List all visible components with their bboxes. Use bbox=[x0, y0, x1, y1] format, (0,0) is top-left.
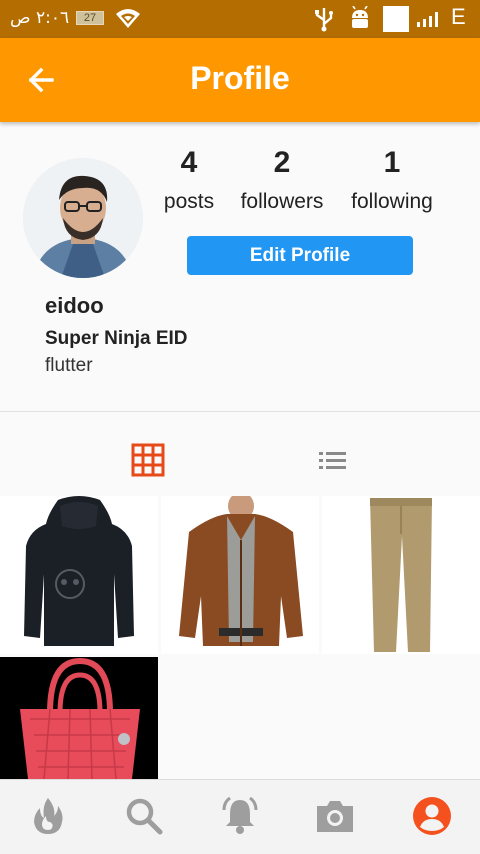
list-icon bbox=[319, 452, 346, 469]
divider bbox=[0, 411, 480, 412]
following-label: following bbox=[351, 190, 433, 213]
username: eidoo bbox=[45, 293, 104, 318]
followers-stat[interactable]: 2 followers bbox=[234, 146, 330, 216]
leather-jacket-image bbox=[161, 496, 319, 654]
nav-fire[interactable] bbox=[26, 794, 70, 838]
fire-icon bbox=[34, 798, 63, 834]
post-tile-black-hoodie[interactable] bbox=[0, 496, 158, 654]
page-title: Profile bbox=[190, 60, 290, 96]
list-view-button[interactable] bbox=[312, 440, 352, 480]
following-stat[interactable]: 1 following bbox=[344, 146, 440, 216]
khaki-pants-image bbox=[322, 496, 480, 654]
nav-camera[interactable] bbox=[313, 794, 357, 838]
grid-icon bbox=[131, 443, 165, 477]
nav-account[interactable] bbox=[410, 794, 454, 838]
network-type: E bbox=[451, 4, 466, 29]
posts-label: posts bbox=[163, 190, 215, 213]
sim-icon bbox=[383, 6, 409, 32]
nav-search[interactable] bbox=[122, 794, 166, 838]
followers-label: followers bbox=[240, 190, 324, 213]
post-tile-khaki-pants[interactable] bbox=[322, 496, 480, 654]
avatar[interactable] bbox=[23, 158, 143, 278]
full-name: Super Ninja EID bbox=[45, 328, 188, 349]
grid-view-button[interactable] bbox=[128, 440, 168, 480]
usb-icon bbox=[313, 6, 335, 37]
signal-icon bbox=[416, 10, 442, 31]
android-icon bbox=[349, 5, 371, 37]
black-hoodie-image bbox=[0, 496, 158, 654]
app-bar: Profile bbox=[0, 38, 480, 122]
wifi-icon bbox=[114, 6, 142, 35]
followers-count: 2 bbox=[273, 146, 291, 179]
search-icon bbox=[126, 798, 163, 835]
bottom-nav bbox=[0, 779, 480, 854]
posts-count: 4 bbox=[180, 146, 198, 179]
status-time: ٢:٠٦ ص bbox=[10, 8, 70, 28]
status-bar: ٢:٠٦ ص 27 E bbox=[0, 0, 480, 38]
posts-stat[interactable]: 4 posts bbox=[160, 146, 218, 216]
profile-photo bbox=[23, 158, 143, 278]
following-count: 1 bbox=[383, 146, 401, 179]
account-icon bbox=[413, 797, 451, 835]
nav-notifications[interactable] bbox=[218, 794, 262, 838]
edit-profile-button[interactable]: Edit Profile bbox=[187, 236, 413, 275]
pink-handbag-image bbox=[0, 657, 158, 779]
camera-icon bbox=[317, 801, 353, 832]
post-tile-leather-jacket[interactable] bbox=[161, 496, 319, 654]
bio: flutter bbox=[45, 355, 93, 376]
notifications-icon bbox=[222, 796, 258, 834]
post-tile-pink-handbag[interactable] bbox=[0, 657, 158, 779]
battery-indicator: 27 bbox=[76, 11, 104, 25]
